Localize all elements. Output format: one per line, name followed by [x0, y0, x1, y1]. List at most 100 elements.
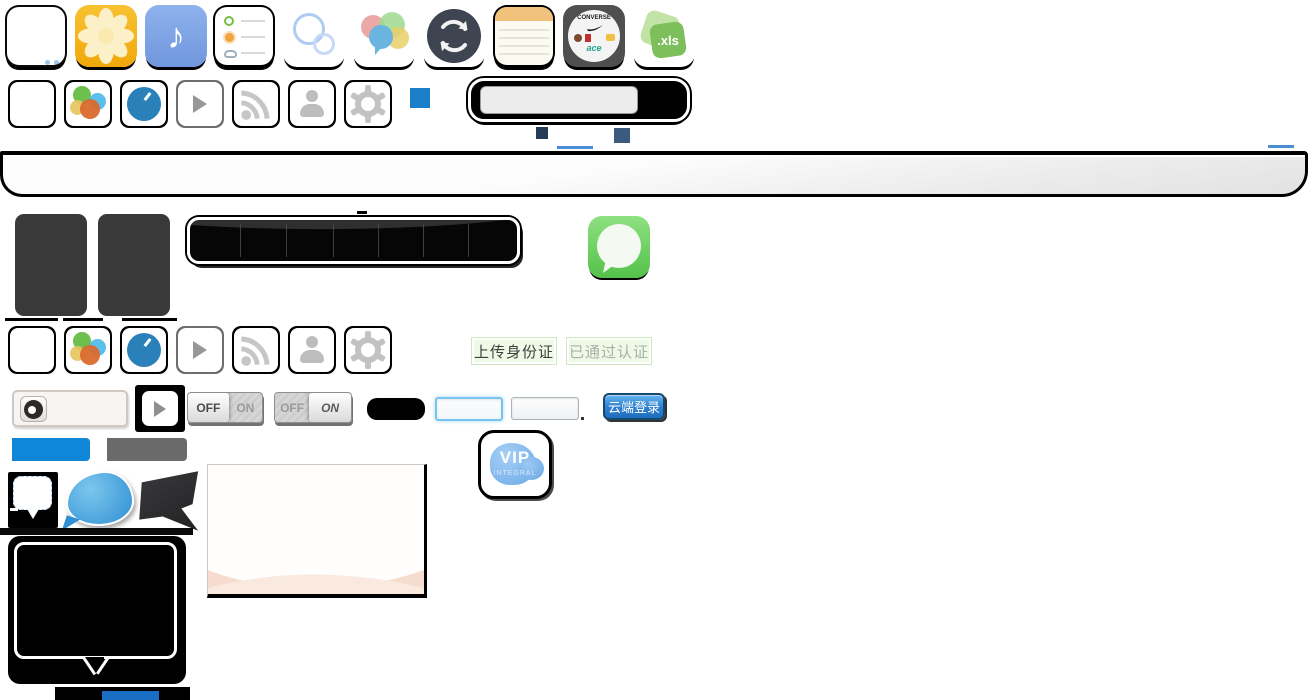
rss-icon[interactable] — [232, 80, 280, 128]
chat-bubbles-icon[interactable] — [353, 5, 415, 67]
black-pill — [367, 398, 425, 420]
music-note-icon[interactable]: ♪ — [145, 5, 207, 67]
black-strip — [0, 528, 193, 535]
cloud-login-button[interactable]: 云端登录 — [603, 393, 665, 420]
color-balls-icon[interactable] — [64, 326, 112, 374]
icon-face — [10, 328, 54, 372]
icon-face — [346, 328, 390, 372]
gray-bar — [107, 438, 187, 461]
search-field[interactable] — [480, 86, 638, 114]
text-input-focused[interactable] — [435, 397, 503, 421]
logo-dot-red — [585, 34, 591, 42]
blue-clock-icon[interactable] — [120, 326, 168, 374]
icon-face — [178, 328, 222, 372]
activity-circles-icon[interactable] — [283, 5, 345, 67]
blue-clock-icon[interactable] — [120, 80, 168, 128]
color-balls-icon[interactable] — [64, 80, 112, 128]
blank-app-icon-small[interactable] — [8, 326, 56, 374]
toggle-switch-off[interactable]: OFF ON — [187, 392, 263, 423]
search-input[interactable] — [12, 390, 128, 427]
bubble-tail — [375, 47, 382, 55]
icon-face — [290, 82, 334, 126]
ball-orange — [80, 345, 100, 365]
underline-segment — [122, 318, 177, 321]
white-bubble-tail — [27, 509, 39, 519]
blank-app-icon-small[interactable] — [8, 80, 56, 128]
notes-header — [495, 7, 553, 21]
brand-text-bottom: ace — [568, 43, 620, 53]
icon-face — [290, 328, 334, 372]
underline-segment — [63, 318, 103, 321]
brand-text-top: CONVERSE — [568, 15, 620, 21]
messages-icon[interactable] — [588, 216, 650, 278]
rss-glyph — [234, 82, 278, 126]
play-button-framed[interactable] — [135, 385, 185, 432]
icon-face — [10, 82, 54, 126]
notes-face — [495, 7, 553, 65]
blank-app-icon[interactable] — [5, 5, 67, 67]
play-triangle — [193, 95, 207, 113]
sync-refresh-icon[interactable] — [423, 5, 485, 67]
blue-square-swatch — [410, 88, 430, 108]
bubble-blue — [369, 25, 393, 49]
bullet-cloud — [224, 50, 237, 58]
flower-photos-icon[interactable] — [75, 5, 137, 67]
reminders-list-icon[interactable] — [213, 5, 275, 67]
flower-glyph — [75, 5, 137, 67]
dot-mark — [581, 417, 584, 420]
icon-face — [346, 82, 390, 126]
search-icon-dot — [28, 406, 36, 414]
black-tooltip-bubble — [8, 536, 186, 684]
toggle-knob: ON — [309, 393, 351, 422]
icon-face — [66, 328, 110, 372]
vip-subtitle: INTEGRAL — [481, 470, 549, 477]
toggle-switch-on[interactable]: OFF ON — [274, 392, 352, 423]
rss-icon[interactable] — [232, 326, 280, 374]
icon-face — [122, 328, 166, 372]
person-icon[interactable] — [288, 80, 336, 128]
ball-orange — [80, 99, 100, 119]
tooltip-notch-gap — [85, 657, 104, 660]
play-icon[interactable] — [176, 326, 224, 374]
dark-panel-left — [15, 214, 87, 316]
underline-segment — [5, 318, 58, 321]
upload-id-button[interactable]: 上传身份证 — [471, 337, 557, 365]
gear-icon[interactable] — [344, 80, 392, 128]
clock-disc — [127, 87, 161, 121]
bullet-green — [224, 16, 234, 26]
swoosh — [586, 24, 604, 32]
text-input[interactable] — [511, 397, 579, 420]
divider — [240, 224, 241, 257]
gear-icon[interactable] — [344, 326, 392, 374]
messages-bubble — [597, 224, 641, 268]
divider — [468, 224, 469, 257]
brand-disc: CONVERSE ace — [568, 10, 620, 62]
icon-face — [178, 82, 222, 126]
divider — [423, 224, 424, 257]
play-icon[interactable] — [176, 80, 224, 128]
xls-file-icon[interactable]: .xls — [633, 5, 695, 67]
brand-logos-icon[interactable]: CONVERSE ace — [563, 5, 625, 67]
clock-disc — [127, 333, 161, 367]
toggle-knob: OFF — [188, 393, 229, 422]
segmented-button-bar[interactable] — [187, 217, 520, 264]
person-icon[interactable] — [288, 326, 336, 374]
sprite-sheet: ♪ — [0, 0, 1315, 700]
person-torso — [300, 350, 324, 363]
vip-badge[interactable]: VIP INTEGRAL — [478, 430, 552, 499]
notes-icon[interactable] — [493, 5, 555, 67]
play-triangle — [154, 401, 166, 417]
xls-label: .xls — [651, 23, 685, 57]
bullet-sun — [225, 33, 234, 42]
line — [499, 37, 549, 39]
blue-underline-right — [1268, 145, 1294, 148]
play-triangle — [193, 341, 207, 359]
icon-face — [234, 328, 278, 372]
white-bubble — [13, 476, 52, 510]
cloud-login-label: 云端登录 — [608, 397, 660, 416]
rss-glyph — [234, 328, 278, 372]
blue-bar — [12, 438, 90, 461]
blue-speech-bubble — [66, 471, 134, 526]
gear-glyph — [348, 84, 388, 124]
bar-tick — [357, 211, 367, 214]
